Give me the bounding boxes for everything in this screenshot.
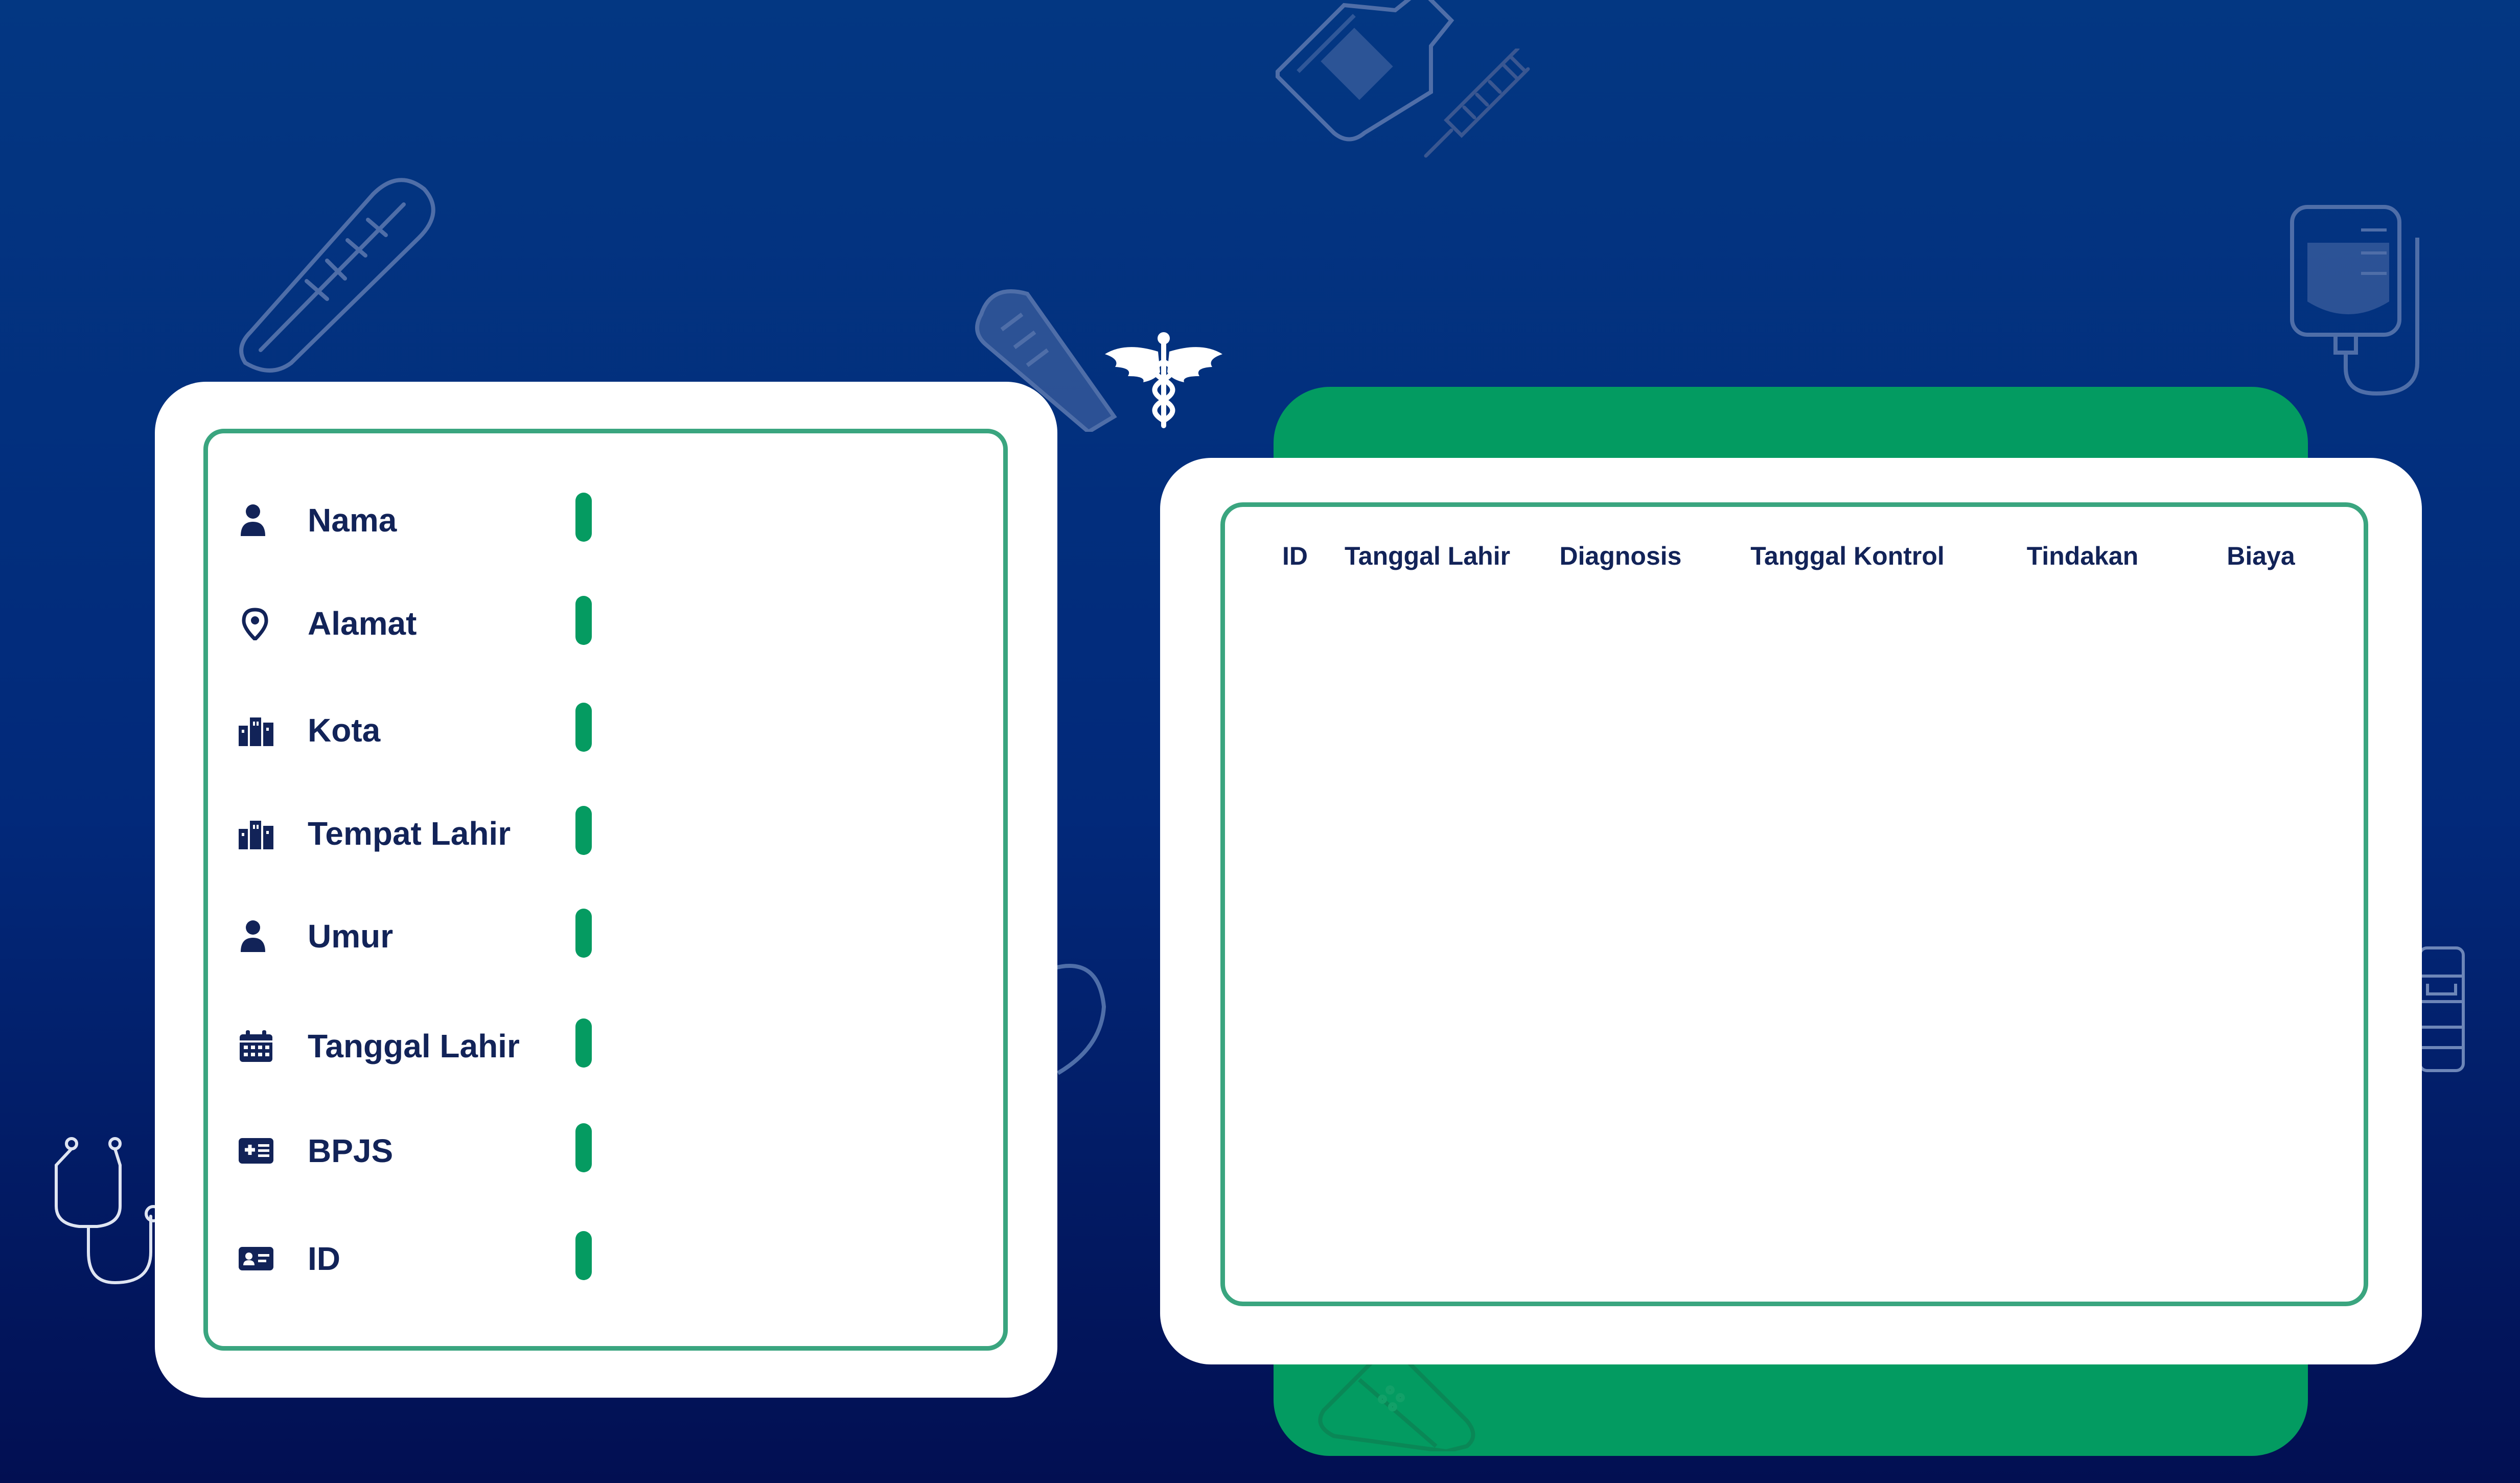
field-row-tempat-lahir: Tempat Lahir (208, 803, 1003, 864)
field-row-nama: Nama (208, 490, 1003, 551)
field-indicator-bar (575, 1231, 592, 1280)
patient-info-panel: Nama Alamat Kota Tempat Lahir Umur Tangg… (155, 382, 1057, 1398)
medical-records-table: ID Tanggal Lahir Diagnosis Tanggal Kontr… (1220, 502, 2368, 1306)
app-background: Nama Alamat Kota Tempat Lahir Umur Tangg… (0, 0, 2520, 1483)
column-header-biaya[interactable]: Biaya (2227, 541, 2295, 571)
field-indicator-bar (575, 1018, 592, 1068)
field-row-tanggal-lahir: Tanggal Lahir (208, 1015, 1003, 1077)
pill-icon (1053, 961, 1109, 1078)
field-indicator-bar (575, 1123, 592, 1172)
user-icon (238, 919, 274, 953)
field-indicator-bar (575, 909, 592, 958)
column-header-tindakan[interactable]: Tindakan (2027, 541, 2139, 571)
syringe-icon (1416, 49, 1533, 166)
field-row-alamat: Alamat (208, 593, 1003, 654)
caduceus-icon (1105, 331, 1222, 431)
column-header-id[interactable]: ID (1282, 541, 1308, 571)
field-label: Tanggal Lahir (308, 1028, 520, 1064)
map-pin-icon (238, 607, 274, 640)
field-label: Nama (308, 502, 397, 539)
iv-bag-icon (2284, 199, 2438, 399)
field-label: ID (308, 1240, 340, 1277)
field-indicator-bar (575, 493, 592, 542)
field-indicator-bar (575, 703, 592, 752)
stethoscope-icon (49, 1134, 166, 1288)
column-header-tanggal-kontrol[interactable]: Tanggal Kontrol (1750, 541, 1945, 571)
id-card-icon (238, 1242, 274, 1276)
field-row-id: ID (208, 1228, 1003, 1289)
patient-info-form: Nama Alamat Kota Tempat Lahir Umur Tangg… (203, 429, 1008, 1351)
calendar-icon (238, 1029, 274, 1063)
user-icon (238, 503, 274, 537)
medical-records-panel: ID Tanggal Lahir Diagnosis Tanggal Kontr… (1160, 458, 2422, 1364)
field-indicator-bar (575, 596, 592, 645)
field-label: Tempat Lahir (308, 815, 511, 852)
column-header-tanggal-lahir[interactable]: Tanggal Lahir (1345, 541, 1510, 571)
city-icon (238, 713, 274, 747)
health-card-icon (238, 1134, 274, 1168)
pill-bottle-icon (2417, 945, 2473, 1073)
city-icon (238, 817, 274, 850)
field-indicator-bar (575, 806, 592, 855)
bandage-icon (1313, 1349, 1487, 1451)
field-label: Kota (308, 712, 381, 749)
field-label: Alamat (308, 605, 417, 642)
field-row-kota: Kota (208, 700, 1003, 761)
thermometer-icon (230, 164, 455, 378)
column-header-diagnosis[interactable]: Diagnosis (1560, 541, 1682, 571)
field-row-bpjs: BPJS (208, 1120, 1003, 1181)
field-label: Umur (308, 918, 394, 955)
field-row-umur: Umur (208, 906, 1003, 967)
field-label: BPJS (308, 1132, 394, 1169)
